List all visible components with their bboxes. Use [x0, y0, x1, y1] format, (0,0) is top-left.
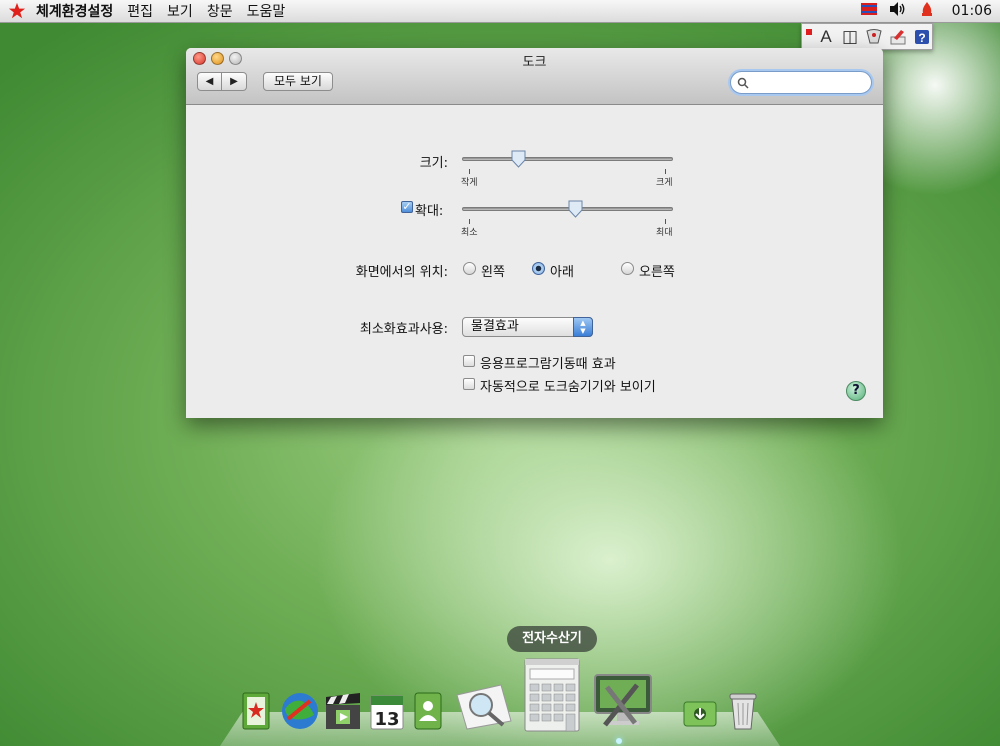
photo-preview-icon[interactable] — [452, 680, 516, 732]
slider-tick — [469, 169, 470, 174]
trash-icon[interactable] — [726, 690, 760, 732]
window-toolbar: 도크 ◀ ▶ 모두 보기 — [186, 48, 883, 105]
search-field[interactable] — [730, 71, 872, 94]
position-left-radio[interactable] — [463, 262, 476, 275]
triangle-left-icon: ◀ — [205, 76, 214, 87]
back-button[interactable]: ◀ — [197, 72, 222, 91]
calendar-icon[interactable]: 13 — [368, 692, 406, 732]
position-bottom-label: 아래 — [550, 265, 574, 280]
menu-clock[interactable]: 01:06 — [952, 3, 992, 19]
input-menu-panel: A ◫ ? — [801, 23, 933, 50]
running-indicator — [616, 738, 622, 744]
svg-text:?: ? — [918, 31, 925, 45]
size-label: 크기: — [419, 156, 448, 171]
autohide-checkbox[interactable] — [463, 378, 475, 390]
calculator-icon[interactable] — [522, 656, 582, 734]
position-right-label: 오른쪽 — [639, 265, 675, 280]
volume-icon[interactable] — [888, 1, 908, 21]
position-bottom-radio[interactable] — [532, 262, 545, 275]
help-book-icon[interactable]: ? — [912, 27, 932, 47]
panel-close-dot-icon[interactable] — [806, 28, 812, 35]
dock-tooltip: 전자수산기 — [507, 626, 597, 652]
minimize-effect-select[interactable]: 물결효과 ▲ ▼ — [462, 317, 593, 337]
help-button[interactable]: ? — [846, 381, 866, 401]
position-right-radio[interactable] — [621, 262, 634, 275]
dock-preferences-window: 도크 ◀ ▶ 모두 보기 크기: 작게 크게 ✓ 확대: 최소 최대 화면에서의… — [186, 48, 883, 418]
slider-tick — [469, 219, 470, 224]
show-all-button[interactable]: 모두 보기 — [263, 72, 333, 91]
movie-clapper-icon[interactable] — [322, 692, 364, 732]
system-tools-icon[interactable] — [590, 670, 656, 734]
size-max-label: 크게 — [656, 178, 673, 188]
magnification-max-label: 최대 — [656, 228, 673, 238]
triangle-right-icon: ▶ — [230, 76, 238, 87]
menu-bar: 체계환경설정 편집 보기 창문 도움말 01:06 — [0, 0, 1000, 23]
menu-view[interactable]: 보기 — [167, 1, 193, 21]
search-input[interactable] — [751, 74, 865, 91]
globe-browser-icon[interactable] — [280, 690, 320, 732]
menu-window[interactable]: 창문 — [207, 1, 233, 21]
animate-opening-label: 응용프로그람기동때 효과 — [480, 357, 616, 372]
magnification-min-label: 최소 — [461, 228, 478, 238]
size-min-label: 작게 — [461, 178, 478, 188]
character-palette-icon[interactable] — [888, 27, 908, 47]
size-slider-thumb[interactable] — [511, 150, 526, 168]
minimize-effect-label: 최소화효과사용: — [359, 322, 448, 337]
autohide-label: 자동적으로 도크숨기기와 보이기 — [480, 380, 656, 395]
magnification-slider-thumb[interactable] — [568, 200, 583, 218]
size-slider[interactable] — [462, 157, 673, 161]
window-title: 도크 — [522, 55, 547, 70]
slider-tick — [665, 219, 666, 224]
position-left-label: 왼쪽 — [481, 265, 505, 280]
red-star-icon[interactable] — [6, 0, 28, 22]
keyboard-pen-icon[interactable] — [864, 27, 884, 47]
input-source-icon[interactable] — [918, 0, 936, 22]
animate-opening-checkbox[interactable] — [463, 355, 475, 367]
magnification-checkbox[interactable]: ✓ — [401, 201, 413, 213]
menu-system-preferences[interactable]: 체계환경설정 — [36, 1, 113, 21]
contacts-icon[interactable] — [410, 690, 446, 732]
search-icon — [737, 77, 749, 89]
text-a-icon[interactable]: A — [816, 27, 836, 47]
minimize-effect-value: 물결효과 — [471, 319, 519, 334]
magnification-label: 확대: — [415, 204, 444, 219]
split-view-icon[interactable]: ◫ — [840, 27, 860, 47]
menu-edit[interactable]: 편집 — [127, 1, 153, 21]
menu-help[interactable]: 도움말 — [247, 1, 286, 21]
address-book-icon[interactable] — [238, 690, 274, 732]
position-label: 화면에서의 위치: — [355, 265, 448, 280]
calendar-day-label: 13 — [374, 709, 399, 730]
downloads-icon[interactable] — [680, 692, 720, 732]
forward-button[interactable]: ▶ — [222, 72, 247, 91]
preferences-pane: 크기: 작게 크게 ✓ 확대: 최소 최대 화면에서의 위치: 왼쪽 아래 오른… — [186, 105, 883, 418]
select-arrows-icon: ▲ ▼ — [573, 317, 593, 337]
slider-tick — [665, 169, 666, 174]
flag-icon[interactable] — [860, 2, 878, 20]
